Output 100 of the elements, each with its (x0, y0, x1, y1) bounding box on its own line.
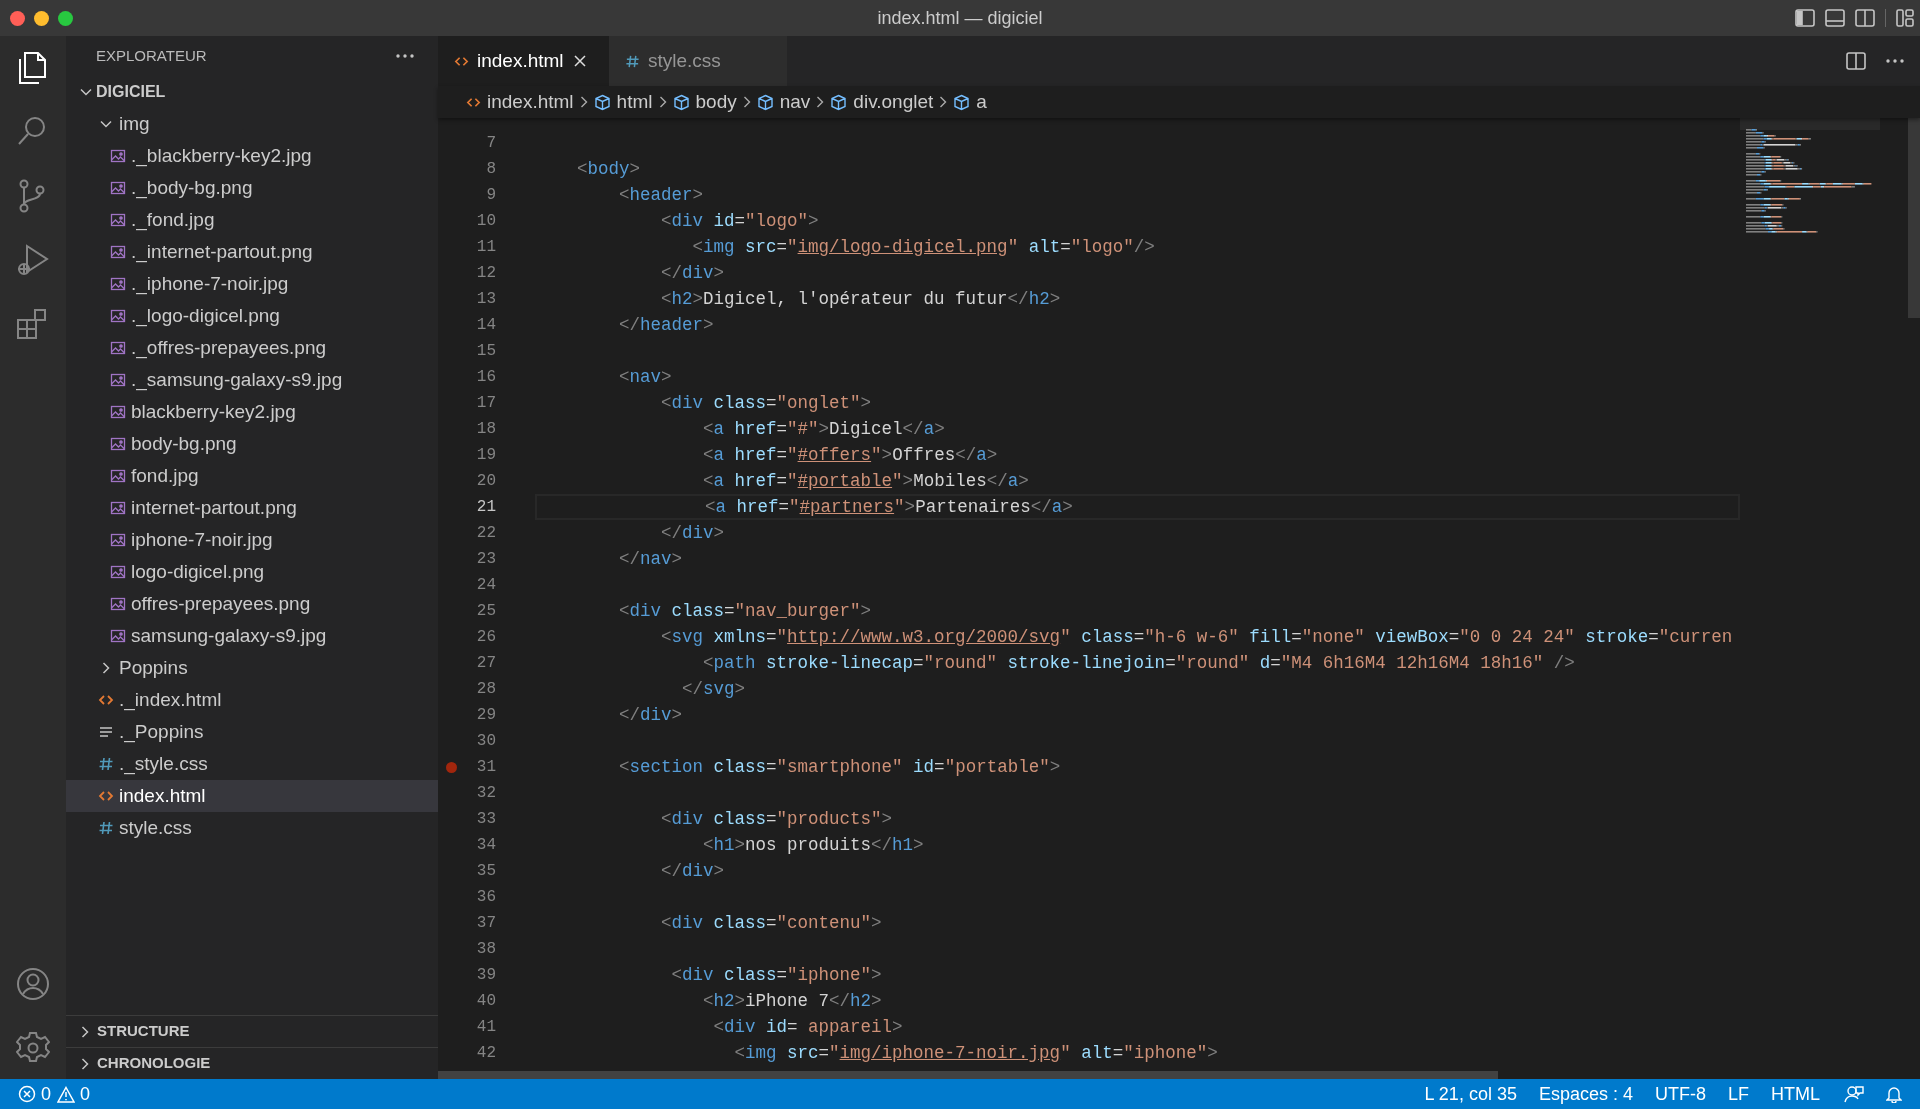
file-row[interactable]: style.css (66, 812, 438, 844)
maximize-window-button[interactable] (58, 10, 73, 26)
settings-icon[interactable] (16, 1031, 50, 1065)
status-item[interactable]: L 21, col 35 (1424, 1080, 1517, 1108)
line-number: 40 (476, 991, 496, 1012)
file-row[interactable]: iphone-7-noir.jpg (66, 524, 438, 556)
status-item[interactable]: LF (1728, 1080, 1749, 1108)
hash-file-icon (625, 53, 640, 69)
file-row[interactable]: internet-partout.png (66, 492, 438, 524)
line-number: 37 (476, 913, 496, 934)
cube-icon (593, 93, 611, 111)
code-line: </svg> (682, 677, 746, 701)
account-icon[interactable] (16, 967, 50, 1001)
editor-tab[interactable]: index.html (438, 36, 609, 86)
close-icon[interactable] (573, 55, 586, 67)
more-icon[interactable] (1886, 59, 1904, 63)
code-line: <path stroke-linecap="round" stroke-linejoin="round" d="M4 6h16M4 12h16M4 18h16" /> (703, 651, 1575, 675)
code-line: </div> (661, 261, 725, 285)
image-file-icon (110, 596, 126, 612)
sidebar-title: EXPLORATEUR (96, 45, 207, 66)
file-row[interactable]: ._fond.jpg (66, 204, 438, 236)
code-line: <img src="img/iphone-7-noir.jpg" alt="iphone"> (734, 1041, 1218, 1065)
code-line: </nav> (619, 547, 683, 571)
hash-file-icon (98, 820, 114, 836)
more-icon[interactable] (396, 54, 414, 58)
code-line: <div id= appareil> (713, 1015, 903, 1039)
image-file-icon (110, 340, 126, 356)
warning-count[interactable]: 0 (80, 1080, 91, 1108)
file-row[interactable]: ._iphone-7-noir.jpg (66, 268, 438, 300)
code-line: <div class="nav_burger"> (619, 599, 872, 623)
line-number: 24 (476, 575, 496, 596)
image-file-icon (110, 564, 126, 580)
file-row[interactable]: ._index.html (66, 684, 438, 716)
scrollbar-thumb[interactable] (1908, 118, 1920, 318)
panel-header[interactable]: STRUCTURE (66, 1015, 438, 1047)
line-number: 26 (476, 627, 496, 648)
chevron-icon (579, 96, 588, 108)
folder-row[interactable]: DIGICIEL (66, 76, 438, 108)
run-debug-icon[interactable] (15, 242, 51, 278)
breadcrumb-item[interactable]: index.html (466, 87, 574, 117)
file-row[interactable]: ._samsung-galaxy-s9.jpg (66, 364, 438, 396)
file-row[interactable]: ._Poppins (66, 716, 438, 748)
line-number: 19 (476, 445, 496, 466)
status-item[interactable]: Espaces : 4 (1538, 1080, 1633, 1108)
breadcrumb-item[interactable]: body (672, 87, 737, 117)
code-line: <nav> (619, 365, 672, 389)
breadcrumb-item[interactable]: a (953, 87, 987, 117)
warning-icon[interactable] (57, 1085, 75, 1103)
panel-toggle-icon[interactable] (1825, 9, 1845, 27)
file-row[interactable]: logo-digicel.png (66, 556, 438, 588)
notification-bell-icon[interactable] (1886, 1085, 1902, 1103)
line-number: 15 (476, 341, 496, 362)
image-file-icon (110, 532, 126, 548)
breadcrumb-item[interactable]: div.onglet (830, 87, 934, 117)
file-row[interactable]: fond.jpg (66, 460, 438, 492)
hash-file-icon (98, 756, 114, 772)
file-row[interactable]: offres-prepayees.png (66, 588, 438, 620)
line-number: 39 (476, 965, 496, 986)
code-line: <a href="#">Digicel</a> (703, 417, 945, 441)
file-row[interactable]: ._offres-prepayees.png (66, 332, 438, 364)
cube-icon (756, 93, 774, 111)
split-editor-icon[interactable] (1846, 52, 1866, 70)
file-row[interactable]: blackberry-key2.jpg (66, 396, 438, 428)
file-row[interactable]: body-bg.png (66, 428, 438, 460)
horizontal-scrollbar[interactable] (438, 1071, 1498, 1079)
file-row[interactable]: index.html (66, 780, 438, 812)
code-line: <h2>iPhone 7</h2> (703, 989, 882, 1013)
folder-row[interactable]: Poppins (66, 652, 438, 684)
folder-row[interactable]: img (66, 108, 438, 140)
status-item[interactable]: HTML (1771, 1080, 1820, 1108)
image-file-icon (110, 372, 126, 388)
file-row[interactable]: ._style.css (66, 748, 438, 780)
error-icon[interactable] (18, 1085, 36, 1103)
file-row[interactable]: ._internet-partout.png (66, 236, 438, 268)
image-file-icon (110, 276, 126, 292)
breadcrumb-item[interactable]: html (593, 87, 653, 117)
image-file-icon (110, 244, 126, 260)
status-item[interactable]: UTF-8 (1655, 1080, 1706, 1108)
code-line: <div class="onglet"> (661, 391, 872, 415)
line-number: 35 (476, 861, 496, 882)
line-number: 16 (476, 367, 496, 388)
sidebar-toggle-icon[interactable] (1795, 9, 1815, 27)
editor-tab[interactable]: style.css (609, 36, 787, 86)
feedback-icon[interactable] (1844, 1085, 1864, 1103)
error-count[interactable]: 0 (41, 1080, 51, 1108)
file-row[interactable]: ._blackberry-key2.jpg (66, 140, 438, 172)
secondary-sidebar-icon[interactable] (1855, 9, 1875, 27)
close-window-button[interactable] (10, 10, 25, 26)
code-line: <a href="#portable">Mobiles</a> (703, 469, 1029, 493)
line-number: 25 (476, 601, 496, 622)
cube-icon (672, 93, 690, 111)
file-row[interactable]: samsung-galaxy-s9.jpg (66, 620, 438, 652)
layout-icon[interactable] (1896, 9, 1914, 27)
line-number: 12 (476, 263, 496, 284)
file-row[interactable]: ._body-bg.png (66, 172, 438, 204)
minimize-window-button[interactable] (34, 10, 49, 26)
file-row[interactable]: ._logo-digicel.png (66, 300, 438, 332)
breadcrumb-item[interactable]: nav (756, 87, 811, 117)
window-title: index.html — digiciel (877, 6, 1043, 30)
line-number: 29 (476, 705, 496, 726)
